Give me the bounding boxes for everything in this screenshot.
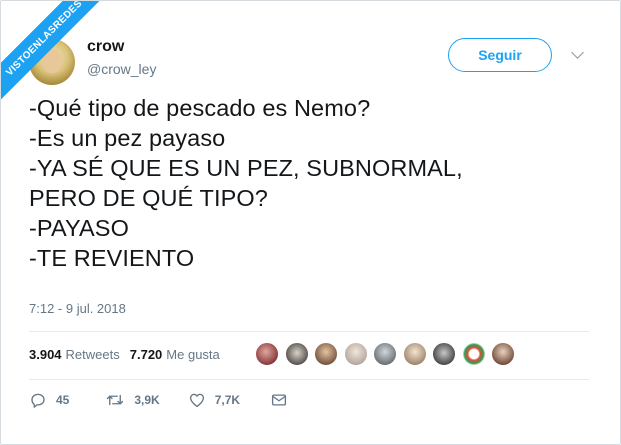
liker-avatar[interactable] [255, 342, 279, 366]
divider [29, 331, 589, 332]
watermark-text: VISTOENLASREDES [1, 1, 111, 108]
retweets-label: Retweets [65, 347, 120, 362]
reply-icon [31, 393, 45, 408]
liker-avatar[interactable] [491, 342, 515, 366]
retweet-button[interactable]: 3,9K [105, 391, 160, 409]
chevron-down-icon[interactable] [571, 46, 584, 59]
engagement-stats: 3.904 Retweets 7.720 Me gusta [29, 347, 220, 362]
reply-count: 45 [56, 393, 70, 407]
tweet-text: -Qué tipo de pescado es Nemo? -Es un pez… [29, 93, 589, 273]
likes-stat[interactable]: 7.720 Me gusta [130, 347, 220, 362]
like-button[interactable]: 7,7K [188, 391, 240, 409]
tweet-card: VISTOENLASREDES crow @crow_ley Seguir -Q… [0, 0, 621, 445]
liker-avatar[interactable] [461, 342, 486, 366]
timestamp[interactable]: 7:12 - 9 jul. 2018 [29, 301, 126, 316]
tweet-line: PERO DE QUÉ TIPO? [29, 185, 268, 211]
message-icon [272, 394, 287, 406]
tweet-line: -YA SÉ QUE ES UN PEZ, SUBNORMAL, [29, 155, 463, 181]
watermark-ribbon: VISTOENLASREDES [1, 1, 111, 111]
liker-avatar[interactable] [284, 342, 309, 366]
retweet-icon [107, 394, 124, 406]
divider [29, 379, 589, 380]
message-button[interactable] [270, 391, 288, 409]
liker-avatar[interactable] [343, 342, 368, 366]
tweet-line: -TE REVIENTO [29, 245, 195, 271]
liker-avatar[interactable] [373, 342, 397, 366]
likes-count: 7.720 [129, 347, 163, 362]
tweet-line: -PAYASO [29, 215, 129, 241]
likers-avatars [255, 342, 521, 366]
tweet-line: -Es un pez payaso [29, 125, 226, 151]
follow-button[interactable]: Seguir [448, 38, 552, 72]
retweets-stat[interactable]: 3.904 Retweets [29, 347, 120, 362]
liker-avatar[interactable] [402, 342, 427, 366]
retweet-count: 3,9K [134, 393, 160, 407]
like-icon [189, 393, 204, 408]
reply-button[interactable]: 45 [29, 391, 69, 409]
likes-label: Me gusta [166, 347, 220, 362]
liker-avatar[interactable] [432, 342, 456, 366]
tweet-line: -Qué tipo de pescado es Nemo? [29, 95, 371, 121]
retweets-count: 3.904 [29, 347, 62, 362]
liker-avatar[interactable] [314, 342, 338, 366]
like-count: 7,7K [214, 393, 241, 407]
tweet-actions: 45 3,9K 7,7K [29, 391, 288, 409]
